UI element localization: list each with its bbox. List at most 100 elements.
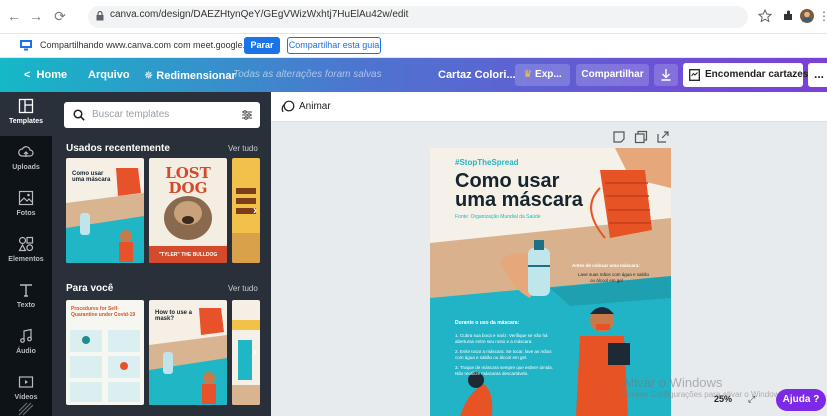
poster-during-title: Durante o uso da máscara: [455, 320, 520, 326]
editor-topbar: < Home Arquivo ✵ Redimensionar Todas as … [0, 58, 827, 92]
star-icon[interactable] [758, 9, 772, 23]
poster-step-2b: com água e sabão ou álcool em gel. [455, 355, 528, 360]
browser-menu-icon[interactable]: ⋮ [818, 8, 827, 24]
reload-icon[interactable]: ⟳ [52, 8, 68, 24]
template-thumb-lost-dog[interactable]: LOST DOG "TYLER" THE BULLDOG [149, 158, 227, 263]
order-posters-button[interactable]: Encomendar cartazes [683, 63, 808, 87]
share-status-text: Compartilhando www.canva.com com meet.go… [40, 40, 263, 50]
poster-source: Fonte: Organização Mundial da Saúde [455, 214, 541, 220]
more-options-button[interactable]: ... [808, 63, 827, 87]
poster-step-1: 1. Cubra sua boca e nariz. Verifique se … [455, 333, 548, 338]
background-pattern-icon[interactable] [18, 402, 34, 416]
home-label: Home [36, 69, 68, 81]
chevron-left-icon: < [24, 69, 37, 81]
stop-sharing-button[interactable]: Parar [244, 37, 280, 54]
music-note-icon [20, 328, 32, 343]
resize-button[interactable]: ✵ Redimensionar [144, 69, 236, 82]
filter-sliders-icon[interactable] [241, 109, 253, 121]
zoom-level[interactable]: 25% [714, 394, 732, 404]
url-text: canva.com/design/DAEZHtynQeY/GEgVWizWxht… [110, 9, 409, 20]
crown-icon: ♛ [523, 69, 536, 80]
download-button[interactable] [654, 64, 678, 86]
design-title[interactable]: Cartaz Colori... [438, 69, 516, 81]
poster-before-title: Antes de colocar uma máscara: [572, 263, 640, 268]
search-placeholder: Buscar templates [92, 109, 170, 120]
recent-section-title: Usados recentemente [66, 143, 170, 154]
back-icon[interactable]: ← [6, 8, 22, 24]
magic-star-icon: ✵ [144, 70, 157, 82]
shapes-icon [18, 236, 34, 252]
photo-icon [18, 190, 34, 206]
download-icon [661, 69, 671, 81]
template-thumb-mask-en[interactable]: How to use a mask? [149, 300, 227, 405]
recent-see-all-link[interactable]: Ver tudo [228, 144, 258, 153]
rail-item-templates[interactable]: Templates [0, 92, 52, 136]
template-search-input[interactable]: Buscar templates [64, 102, 260, 128]
rail-label-elements: Elementos [8, 256, 44, 263]
add-page-icon[interactable] [656, 130, 670, 144]
profile-avatar-icon[interactable] [800, 9, 814, 23]
file-menu-button[interactable]: Arquivo [88, 69, 130, 81]
thumb4-title: How to use a mask? [155, 310, 193, 322]
home-button[interactable]: < Home [24, 69, 67, 81]
lock-icon [96, 11, 104, 21]
text-icon [20, 284, 32, 297]
share-this-tab-button[interactable]: Compartilhar esta guia [287, 37, 381, 54]
poster-before-text-2: ou álcool em gel [590, 278, 623, 283]
help-button[interactable]: Ajuda ? [776, 389, 826, 411]
template-thumb-quarantine[interactable]: Procedures for Self-Quarantine under Cov… [66, 300, 144, 405]
rail-item-photos[interactable]: Fotos [0, 184, 52, 228]
share-button[interactable]: Compartilhar [576, 64, 649, 86]
rail-label-uploads: Uploads [12, 164, 40, 171]
rail-item-elements[interactable]: Elementos [0, 230, 52, 274]
windows-activation-watermark: Ativar o Windows [622, 375, 723, 390]
rail-item-uploads[interactable]: Uploads [0, 138, 52, 182]
poster-title-line2: uma máscara [455, 189, 583, 211]
order-posters-label: Encomendar cartazes [705, 69, 809, 80]
poster-title: Como usar uma máscara [455, 171, 583, 211]
animate-icon [281, 100, 295, 113]
poster-step-3: 3. Troque de máscara sempre que estiver … [455, 365, 554, 370]
animate-button[interactable]: Animar [299, 101, 331, 112]
foryou-next-arrow[interactable]: › [248, 345, 262, 359]
windows-activation-subtext: Acesse Configurações para ativar o Windo… [622, 390, 786, 399]
poster-step-3b: Não reutilize máscaras descartáveis. [455, 371, 529, 376]
side-rail: Templates Uploads Fotos Elementos Texto … [0, 92, 52, 416]
foryou-section-title: Para você [66, 283, 114, 294]
rail-label-videos: Vídeos [14, 394, 38, 401]
export-label: Exp... [535, 69, 562, 80]
page-notes-icon[interactable] [612, 130, 626, 144]
rail-label-templates: Templates [8, 118, 44, 125]
video-icon [18, 376, 34, 388]
recent-next-arrow[interactable]: › [248, 203, 262, 217]
editor-toolbar: Animar [271, 92, 827, 122]
browser-address-bar: ← → ⟳ canva.com/design/DAEZHtynQeY/GEgVW… [0, 0, 827, 34]
save-status: Todas as alterações foram salvas [233, 69, 382, 80]
thumb2-title: LOST DOG [165, 164, 211, 197]
cloud-upload-icon [18, 146, 34, 157]
thumb2-caption: "TYLER" THE BULLDOG [158, 252, 218, 258]
rail-label-photos: Fotos [16, 210, 36, 217]
forward-icon[interactable]: → [28, 8, 44, 24]
poster-step-2: 2. Evite tocar a máscara. Se tocar, lave… [455, 349, 552, 354]
screen-share-banner: Compartilhando www.canva.com com meet.go… [0, 34, 827, 58]
template-thumb-mask-pt[interactable]: Como usar uma máscara [66, 158, 144, 263]
export-button[interactable]: ♛ Exp... [515, 64, 570, 86]
duplicate-page-icon[interactable] [634, 130, 648, 144]
rail-label-text: Texto [16, 302, 36, 309]
url-bar[interactable]: canva.com/design/DAEZHtynQeY/GEgVWizWxht… [88, 6, 748, 28]
thumb3-title: Procedures for Self-Quarantine under Cov… [71, 306, 136, 318]
foryou-see-all-link[interactable]: Ver tudo [228, 284, 258, 293]
rail-item-text[interactable]: Texto [0, 276, 52, 320]
thumb1-title: Como usar uma máscara [72, 171, 111, 183]
poster-hashtag: #StopTheSpread [455, 158, 519, 167]
templates-panel: Buscar templates Usados recentemente Ver… [52, 92, 271, 416]
extensions-icon[interactable] [781, 9, 795, 23]
fullscreen-icon[interactable]: ⤢ [748, 394, 758, 404]
poster-before-text-1: Lave suas mãos com água e sabão [578, 272, 650, 277]
screen-share-icon [20, 40, 32, 51]
rail-item-audio[interactable]: Áudio [0, 322, 52, 366]
search-icon [73, 109, 85, 121]
rail-label-audio: Áudio [16, 348, 36, 355]
templates-icon [18, 98, 34, 114]
